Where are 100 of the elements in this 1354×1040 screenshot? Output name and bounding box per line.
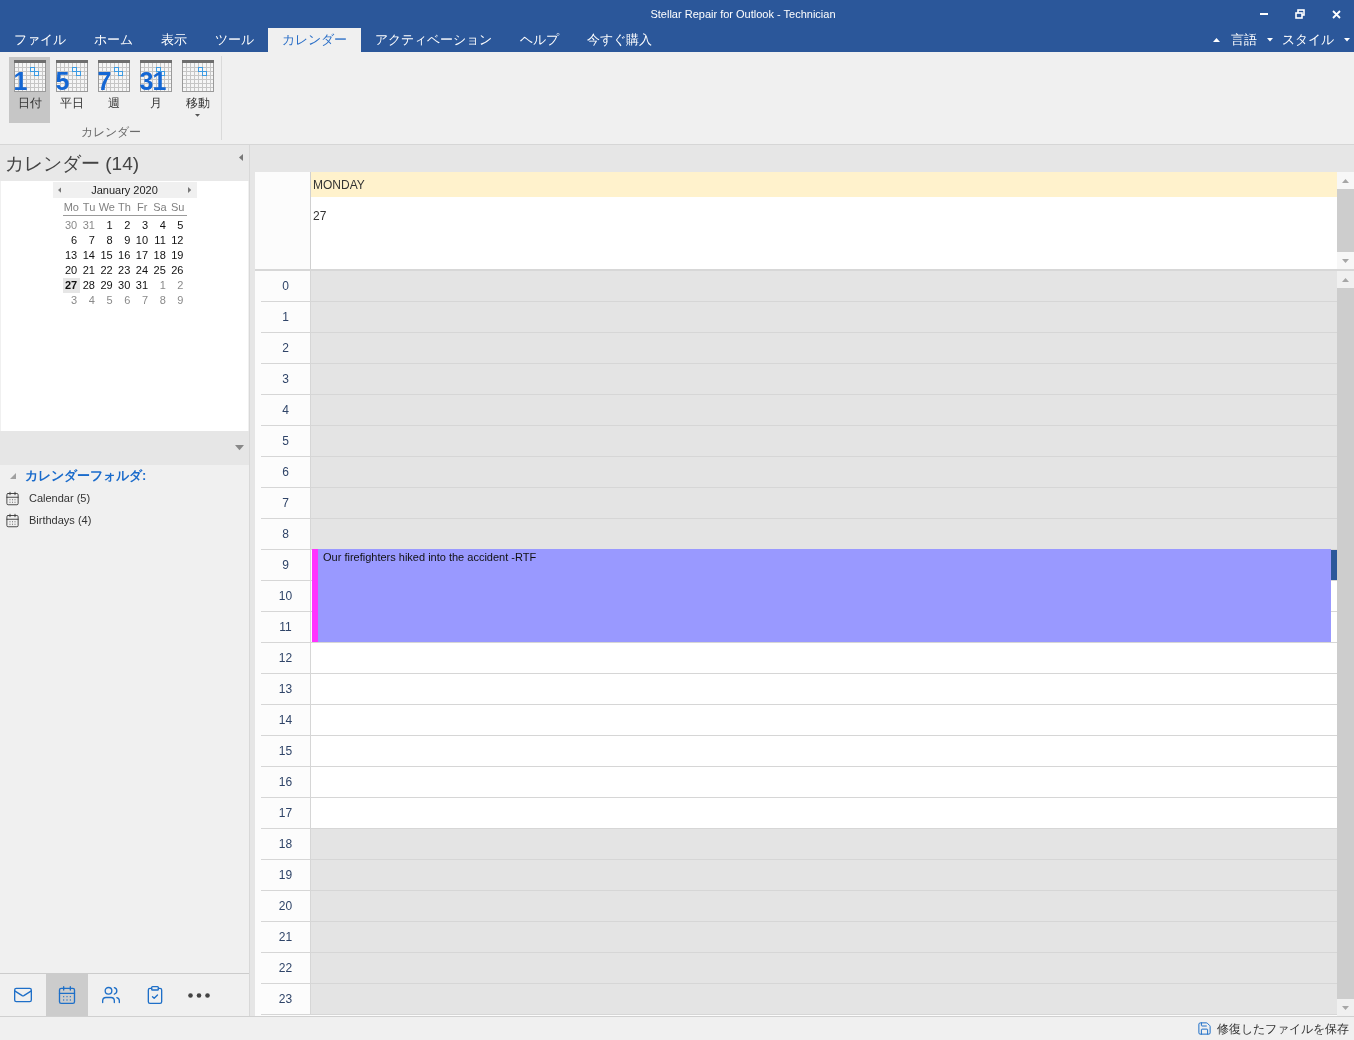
hour-label: 20 (278, 898, 293, 915)
calendar-day[interactable]: 12 (168, 233, 187, 248)
nav-button[interactable] (46, 974, 88, 1016)
calendar-day[interactable]: 30 (115, 278, 134, 293)
calendar-day[interactable]: 2 (115, 218, 134, 233)
calendar-day[interactable]: 5 (168, 218, 187, 233)
folder-item[interactable]: Birthdays (4) (0, 509, 249, 531)
clipboard-check-icon (145, 985, 165, 1005)
calendar-day[interactable]: 7 (80, 233, 98, 248)
calendar-day[interactable]: 23 (115, 263, 134, 278)
scroll-up-icon[interactable] (1342, 277, 1349, 282)
calendar-day[interactable]: 6 (62, 233, 81, 248)
expand-pane-icon[interactable] (235, 445, 244, 451)
folder-item[interactable]: Calendar (5) (0, 487, 249, 509)
weekday-label: Tu (81, 200, 97, 215)
caret-down-icon (1344, 38, 1350, 42)
collapse-pane-icon[interactable] (239, 154, 243, 161)
dropdown-menu-button[interactable]: スタイル (1282, 30, 1350, 50)
weekday-label: Sa (152, 200, 168, 215)
selection-marker (1331, 550, 1337, 580)
calendar-day[interactable]: 7 (133, 293, 152, 308)
hour-label: 8 (282, 526, 289, 543)
scrollbar[interactable] (1337, 172, 1354, 269)
hour-label: 3 (282, 371, 289, 388)
calendar-day[interactable]: 3 (133, 218, 152, 233)
ribbon-button[interactable]: 1 日付 (9, 57, 50, 123)
calendar-day[interactable]: 8 (97, 233, 116, 248)
next-month-icon[interactable] (188, 187, 192, 193)
calendar-day[interactable]: 28 (80, 278, 98, 293)
weekday-label: Mo (62, 200, 80, 215)
menu-tab[interactable]: 表示 (147, 28, 201, 52)
calendar-day[interactable]: 2 (168, 278, 187, 293)
menu-tab[interactable]: 今すぐ購入 (573, 28, 666, 52)
calendar-day[interactable]: 9 (115, 233, 134, 248)
calendar-day[interactable]: 5 (97, 293, 116, 308)
window-title: Stellar Repair for Outlook - Technician (650, 6, 836, 22)
dropdown-menu-button[interactable]: 言語 (1231, 30, 1273, 50)
ribbon-button[interactable]: 31 月 (135, 57, 176, 123)
calendar-day[interactable]: 22 (97, 263, 116, 278)
calendar-day[interactable]: 31 (80, 218, 98, 233)
calendar-day[interactable]: 18 (151, 248, 169, 263)
calendar-day[interactable]: 31 (133, 278, 152, 293)
ribbon-button[interactable]: 移動 (177, 57, 218, 123)
previous-month-icon[interactable] (57, 187, 61, 193)
scroll-down-icon[interactable] (1342, 1005, 1349, 1010)
calendar-day[interactable]: 25 (151, 263, 169, 278)
calendar-day[interactable]: 6 (115, 293, 134, 308)
calendar-day[interactable]: 14 (80, 248, 98, 263)
menu-tab[interactable]: ホーム (80, 28, 147, 52)
calendar-day[interactable]: 30 (62, 218, 81, 233)
tree-toggle-icon[interactable] (10, 473, 16, 479)
hour-label: 9 (282, 557, 289, 574)
calendar-day[interactable]: 17 (133, 248, 152, 263)
hour-label: 21 (278, 929, 293, 946)
calendar-day[interactable]: 13 (62, 248, 81, 263)
calendar-icon (5, 490, 20, 506)
calendar-icon-number: 1 (13, 70, 27, 92)
calendar-day[interactable]: 26 (168, 263, 187, 278)
scrollbar-thumb[interactable] (1337, 189, 1354, 252)
save-repaired-file-button[interactable]: 修復したファイルを保存 (1197, 1019, 1349, 1038)
sidebar-title: カレンダー (14) (5, 152, 140, 176)
menu-tab[interactable]: ヘルプ (506, 28, 573, 52)
hour-label: 1 (282, 309, 289, 326)
menu-tab[interactable]: カレンダー (268, 28, 361, 52)
calendar-day[interactable]: 1 (97, 218, 116, 233)
calendar-day[interactable]: 1 (151, 278, 169, 293)
menu-tab[interactable]: ファイル (0, 28, 80, 52)
calendar-day[interactable]: 20 (62, 263, 81, 278)
scroll-up-icon[interactable] (1342, 178, 1349, 183)
calendar-day[interactable]: 10 (133, 233, 152, 248)
calendar-day[interactable]: 4 (151, 218, 169, 233)
people-icon (101, 985, 121, 1005)
menu-tab[interactable]: ツール (201, 28, 268, 52)
weekday-label: Fr (136, 200, 149, 215)
restore-icon (1295, 9, 1305, 19)
calendar-day[interactable]: 16 (115, 248, 134, 263)
hour-label: 2 (282, 340, 289, 357)
calendar-day[interactable]: 27 (62, 278, 81, 293)
hour-label: 5 (282, 433, 289, 450)
calendar-day[interactable]: 8 (151, 293, 169, 308)
calendar-day[interactable]: 29 (97, 278, 116, 293)
calendar-day[interactable]: 9 (168, 293, 187, 308)
hour-label: 16 (278, 774, 293, 791)
calendar-day[interactable]: 24 (133, 263, 152, 278)
scroll-down-icon[interactable] (1342, 258, 1349, 263)
calendar-day[interactable]: 19 (168, 248, 187, 263)
calendar-day[interactable]: 11 (151, 233, 169, 248)
calendar-day[interactable]: 15 (97, 248, 116, 263)
calendar-grid-icon (181, 60, 214, 92)
day-name: MONDAY (313, 176, 365, 194)
calendar-day[interactable]: 3 (62, 293, 81, 308)
caret-up-icon (1213, 38, 1220, 42)
ribbon-button[interactable]: 5 平日 (51, 57, 92, 123)
folder-group-title: カレンダーフォルダ: (25, 467, 147, 486)
calendar-day[interactable]: 21 (80, 263, 98, 278)
calendar-event[interactable]: Our firefighters hiked into the accident -RTF (312, 549, 1331, 642)
hour-label: 14 (278, 712, 293, 729)
calendar-icon-number: 7 (97, 70, 111, 92)
ribbon-button[interactable]: 7 週 (93, 57, 134, 123)
menu-tab[interactable]: アクティベーション (361, 28, 506, 52)
